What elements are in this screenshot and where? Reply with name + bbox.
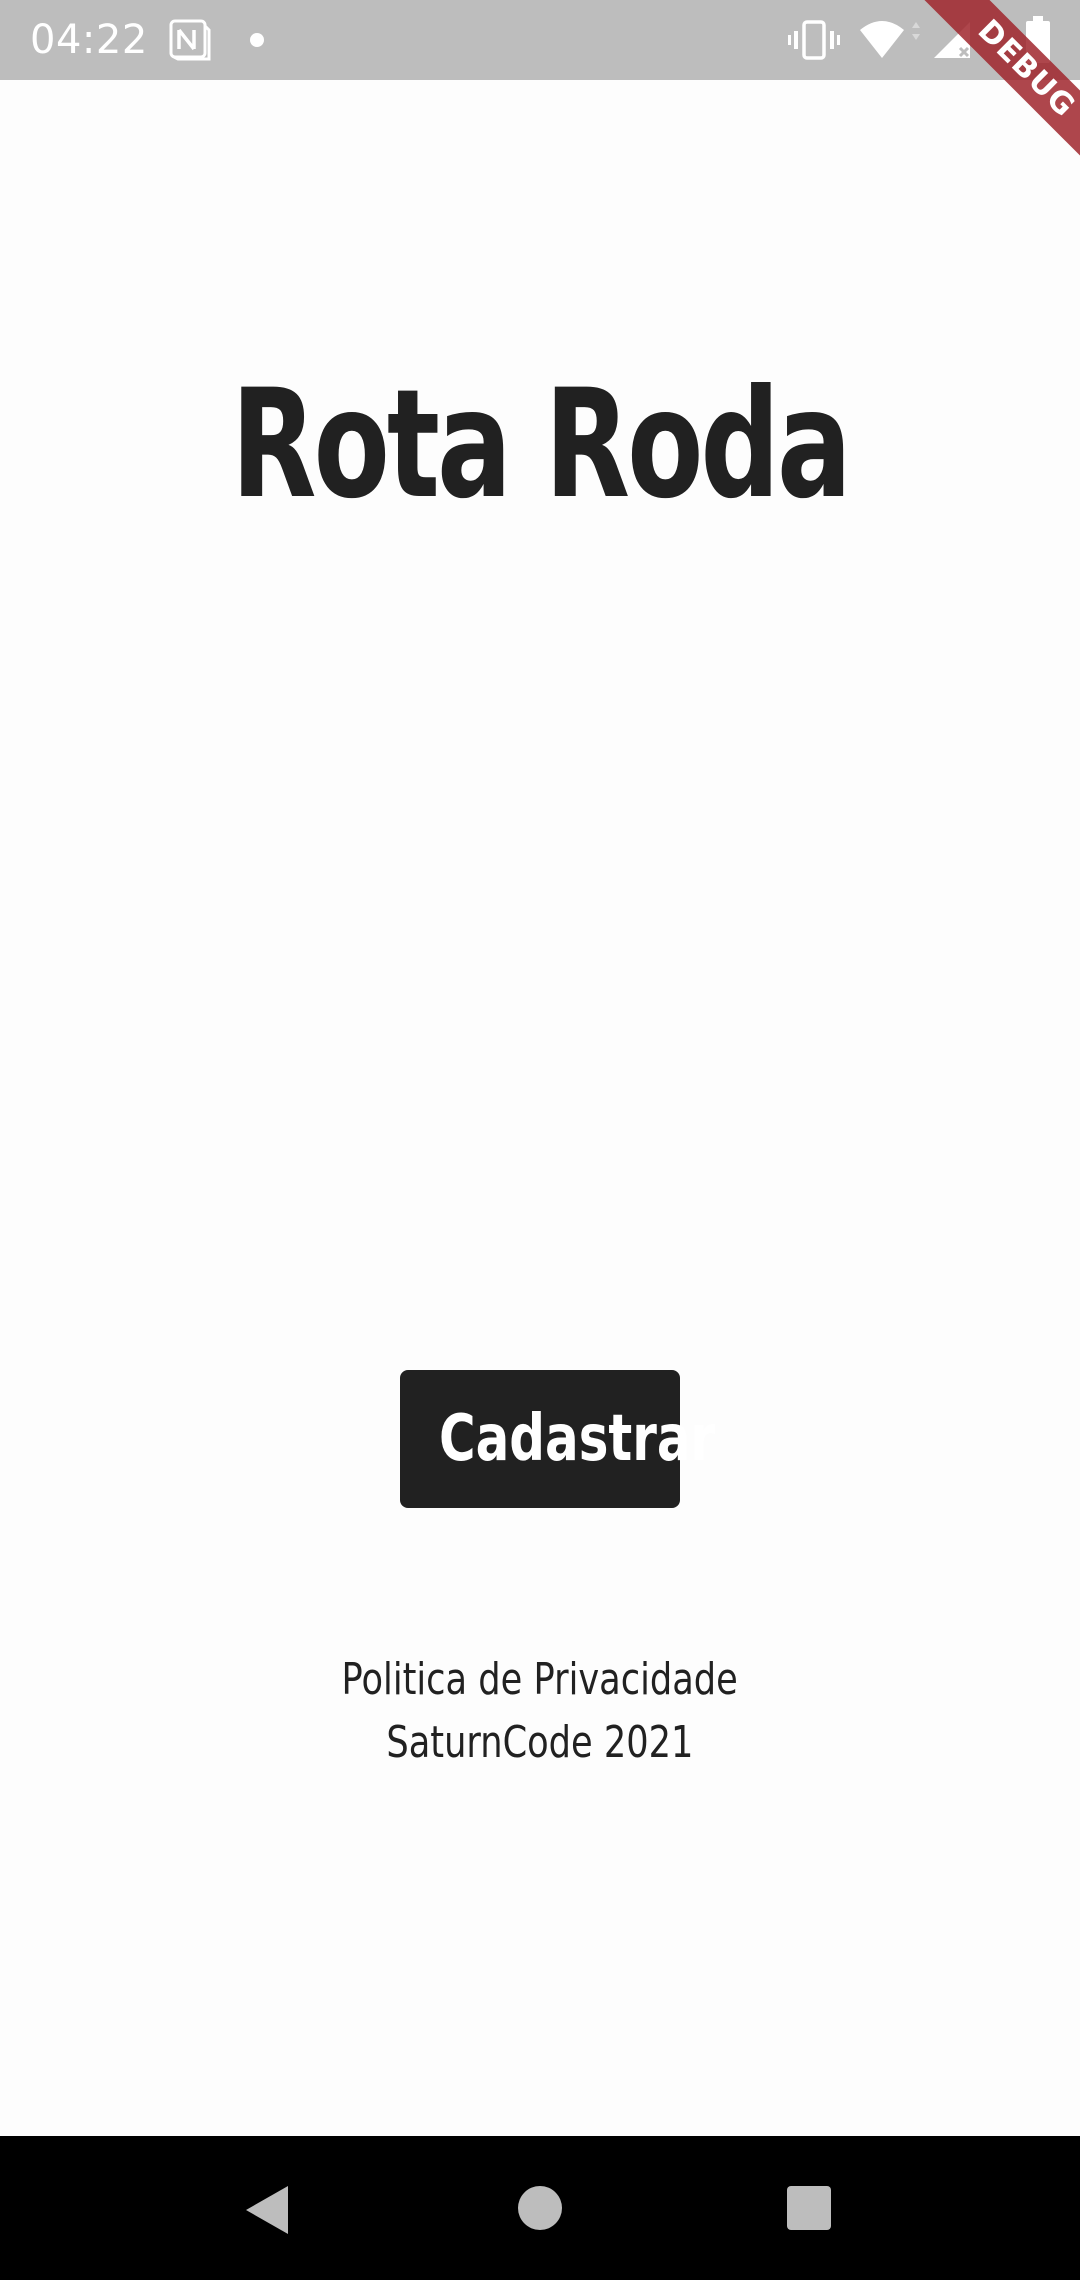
battery-icon bbox=[1026, 16, 1050, 63]
privacy-policy-link[interactable]: Politica de Privacidade bbox=[0, 1658, 1080, 1702]
recents-icon[interactable] bbox=[787, 2186, 831, 2230]
privacy-policy-label: Politica de Privacidade bbox=[341, 1654, 739, 1705]
app-title: Rota Roda bbox=[231, 358, 852, 532]
navigation-bar bbox=[0, 2136, 1080, 2280]
dot-icon bbox=[250, 33, 264, 47]
register-button[interactable]: Cadastrar bbox=[400, 1370, 715, 1508]
footer-copyright: SaturnCode 2021 bbox=[0, 1721, 1080, 1765]
footer-label: SaturnCode 2021 bbox=[386, 1717, 694, 1768]
status-time: 04:22 bbox=[30, 17, 148, 63]
signal-icon bbox=[934, 22, 970, 58]
home-icon[interactable] bbox=[518, 2186, 562, 2230]
vibrate-icon bbox=[788, 20, 840, 60]
wifi-icon bbox=[860, 21, 920, 58]
back-icon[interactable] bbox=[240, 2182, 292, 2238]
register-button-label: Cadastrar bbox=[438, 1402, 716, 1476]
status-bar: 04:22 bbox=[0, 0, 1080, 80]
notion-icon bbox=[169, 19, 211, 61]
